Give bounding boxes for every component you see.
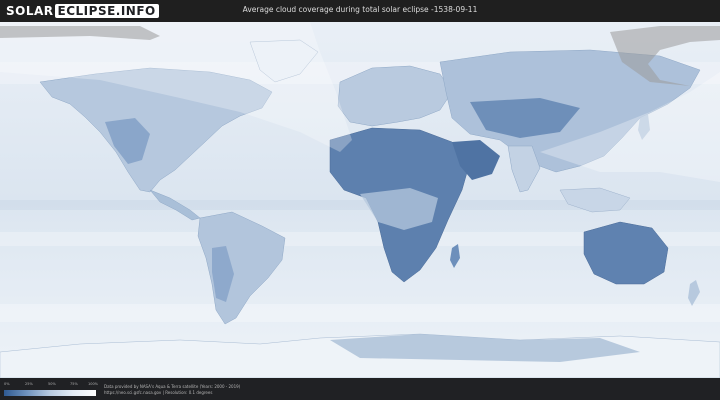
world-map-svg	[0, 22, 720, 378]
legend-color-bar	[4, 390, 96, 396]
legend-tick: 50%	[48, 382, 56, 386]
cloud-coverage-legend: 0% 25% 50% 75% 100%	[4, 382, 99, 398]
credits-line-2[interactable]: https://neo.sci.gsfc.nasa.gov | Resoluti…	[104, 390, 240, 396]
legend-tick: 0%	[4, 382, 10, 386]
region-antarctica-clear	[330, 334, 640, 362]
legend-tick: 75%	[70, 382, 78, 386]
footer-bar: 0% 25% 50% 75% 100% Data provided by NAS…	[0, 378, 720, 400]
cloud-coverage-map	[0, 22, 720, 378]
legend-tick: 100%	[88, 382, 99, 386]
map-title: Average cloud coverage during total sola…	[242, 5, 478, 14]
header-bar: SOLAR ECLIPSE.INFO Average cloud coverag…	[0, 0, 720, 22]
data-credits: Data provided by NASA's Aqua & Terra sat…	[104, 384, 240, 396]
legend-tick: 25%	[25, 382, 33, 386]
legend-ticks: 0% 25% 50% 75% 100%	[4, 382, 99, 388]
